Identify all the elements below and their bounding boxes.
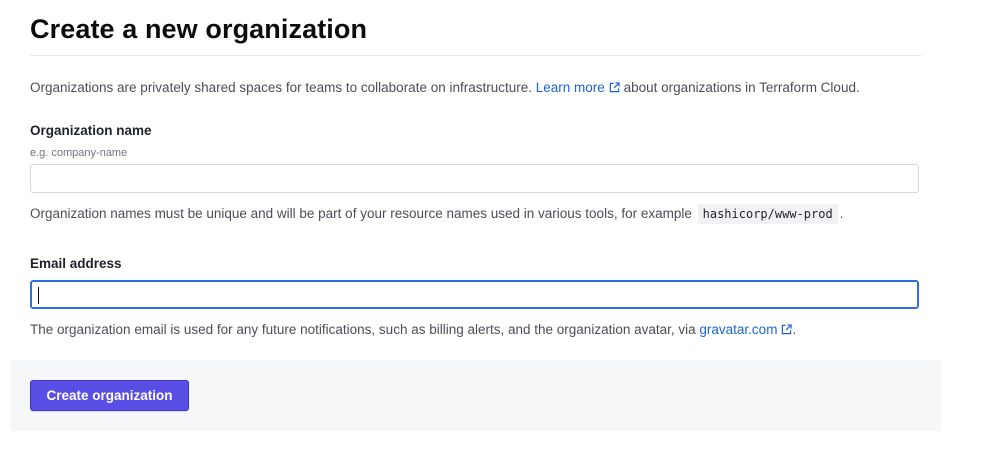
form-actions-bar: Create organization [10, 360, 941, 431]
intro-text-before: Organizations are privately shared space… [30, 80, 532, 95]
text-cursor [38, 287, 39, 304]
gravatar-link[interactable]: gravatar.com [699, 322, 793, 337]
organization-name-help-end: . [839, 206, 844, 221]
email-address-label: Email address [30, 256, 122, 271]
organization-name-help: Organization names must be unique and wi… [30, 204, 843, 224]
create-organization-button[interactable]: Create organization [30, 380, 189, 411]
intro-text: Organizations are privately shared space… [30, 80, 860, 95]
gravatar-link-label: gravatar.com [699, 322, 778, 337]
external-link-icon [782, 324, 793, 335]
create-organization-page: Create a new organization Organizations … [0, 0, 988, 450]
email-help-end: . [792, 322, 797, 337]
example-org-code: hashicorp/www-prod [697, 204, 838, 224]
page-title: Create a new organization [30, 14, 368, 44]
intro-text-after: about organizations in Terraform Cloud. [623, 80, 860, 95]
email-help-text: The organization email is used for any f… [30, 322, 696, 337]
learn-more-link[interactable]: Learn more [536, 80, 620, 95]
title-divider [30, 55, 921, 56]
organization-name-label: Organization name [30, 123, 152, 138]
external-link-icon [609, 82, 620, 93]
learn-more-link-label: Learn more [535, 80, 605, 95]
email-address-input[interactable] [30, 280, 919, 309]
organization-name-input[interactable] [30, 164, 919, 193]
organization-name-help-text: Organization names must be unique and wi… [30, 206, 692, 221]
organization-name-hint: e.g. company-name [30, 147, 128, 159]
email-help: The organization email is used for any f… [30, 322, 796, 337]
